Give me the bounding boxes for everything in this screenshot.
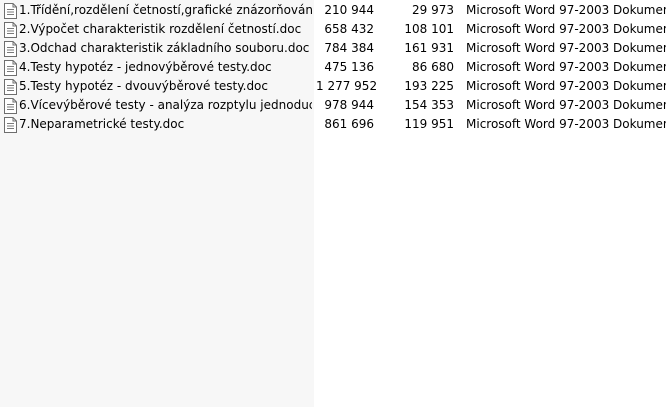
file-packed-size: 119 951 [404,117,454,131]
file-name: 2.Výpočet charakteristik rozdělení četno… [19,22,302,36]
file-size: 210 944 [324,3,374,17]
file-name: 6.Vícevýběrové testy - analýza rozptylu … [19,98,312,112]
document-icon [3,41,18,57]
file-row[interactable]: 4.Testy hypotéz - jednovýběrové testy.do… [0,58,668,77]
file-size: 475 136 [324,60,374,74]
document-icon [3,60,18,76]
file-name: 1.Třídění,rozdělení četností,grafické zn… [19,3,312,17]
file-name: 5.Testy hypotéz - dvouvýběrové testy.doc [19,79,268,93]
document-icon [3,22,18,38]
file-type: Microsoft Word 97-2003 Dokument [466,3,666,17]
file-size: 978 944 [324,98,374,112]
file-packed-size: 161 931 [404,41,454,55]
file-packed-size: 193 225 [404,79,454,93]
file-type: Microsoft Word 97-2003 Dokument [466,117,666,131]
file-type: Microsoft Word 97-2003 Dokument [466,98,666,112]
file-size: 861 696 [324,117,374,131]
file-type: Microsoft Word 97-2003 Dokument [466,41,666,55]
document-icon [3,117,18,133]
file-packed-size: 154 353 [404,98,454,112]
file-type: Microsoft Word 97-2003 Dokument [466,22,666,36]
document-icon [3,3,18,19]
document-icon [3,79,18,95]
file-size: 658 432 [324,22,374,36]
file-row[interactable]: 7.Neparametrické testy.doc 861 696 119 9… [0,115,668,134]
file-packed-size: 108 101 [404,22,454,36]
file-name: 7.Neparametrické testy.doc [19,117,185,131]
file-row[interactable]: 6.Vícevýběrové testy - analýza rozptylu … [0,96,668,115]
file-packed-size: 86 680 [412,60,454,74]
file-size: 784 384 [324,41,374,55]
file-row[interactable]: 3.Odchad charakteristik základního soubo… [0,39,668,58]
file-name: 4.Testy hypotéz - jednovýběrové testy.do… [19,60,272,74]
file-type: Microsoft Word 97-2003 Dokument [466,79,666,93]
file-row[interactable]: 2.Výpočet charakteristik rozdělení četno… [0,20,668,39]
file-type: Microsoft Word 97-2003 Dokument [466,60,666,74]
document-icon [3,98,18,114]
file-row[interactable]: 5.Testy hypotéz - dvouvýběrové testy.doc… [0,77,668,96]
file-packed-size: 29 973 [412,3,454,17]
file-size: 1 277 952 [316,79,378,93]
file-list: 1.Třídění,rozdělení četností,grafické zn… [0,1,668,134]
file-row[interactable]: 1.Třídění,rozdělení četností,grafické zn… [0,1,668,20]
file-name: 3.Odchad charakteristik základního soubo… [19,41,310,55]
